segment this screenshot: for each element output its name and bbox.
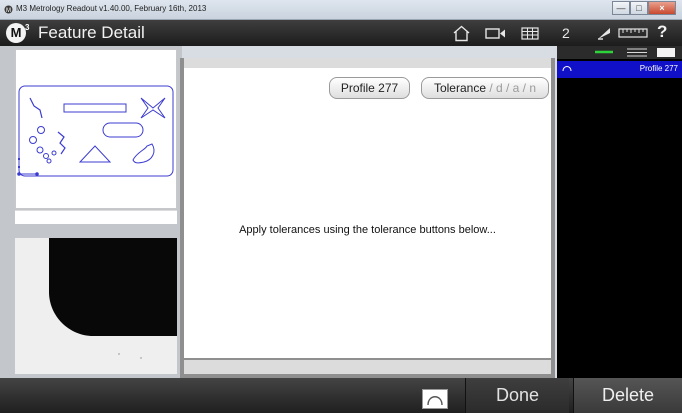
feature-list-panel: Profile 277 [557,46,682,378]
done-button[interactable]: Done [465,378,569,413]
help-button[interactable]: ? [657,22,667,42]
instruction-message: Apply tolerances using the tolerance but… [239,224,496,236]
feature-list-item-label: Profile 277 [639,64,678,73]
profile-tool-button[interactable] [422,389,448,409]
page-title: Feature Detail [38,23,145,42]
grid-icon[interactable] [518,20,542,46]
feature-name-button[interactable]: Profile 277 [329,77,410,99]
camera-image [15,238,177,374]
part-overview[interactable] [15,49,177,209]
bottom-bar: Done Delete [0,378,682,413]
os-window-title: M3 Metrology Readout v1.40.00, February … [16,4,207,13]
tolerance-panel: Profile 277 Tolerance / d / a / n Apply … [184,68,551,358]
camera-icon[interactable] [484,20,508,46]
camera-view[interactable] [15,238,177,374]
measurement-count: 2 [562,25,570,41]
app-icon: M [4,5,13,14]
center-bottom-strip [184,360,551,374]
feature-list-item[interactable]: Profile 277 [557,61,682,78]
center-top-strip [184,58,551,68]
home-icon[interactable] [450,20,472,46]
svg-text:M: M [6,8,11,14]
measure-icon[interactable] [594,20,614,46]
app-header: M 3 Feature Detail 2 ? [0,20,682,46]
feature-list-toolbar [557,46,682,59]
part-overview-drawing [17,85,174,177]
maximize-button[interactable]: □ [630,1,648,15]
app-window: M M3 Metrology Readout v1.40.00, Februar… [0,0,682,413]
close-button[interactable]: × [648,1,676,15]
os-title-bar: M M3 Metrology Readout v1.40.00, Februar… [0,0,682,20]
overview-strip [15,210,177,224]
tolerance-button[interactable]: Tolerance / d / a / n [421,77,549,99]
arc-icon [427,396,443,406]
app-logo-superscript: 3 [25,23,30,32]
tolerance-label: Tolerance [433,81,486,95]
view-mode-icons[interactable] [557,46,682,59]
minimize-button[interactable]: — [612,1,630,15]
arc-icon [562,66,572,72]
left-panel [0,46,182,378]
ruler-icon[interactable] [617,20,649,46]
delete-button[interactable]: Delete [573,378,682,413]
app-logo: M [6,23,26,43]
os-window-controls: — □ × [612,1,676,15]
tolerance-sub-options: / d / a / n [486,81,537,95]
